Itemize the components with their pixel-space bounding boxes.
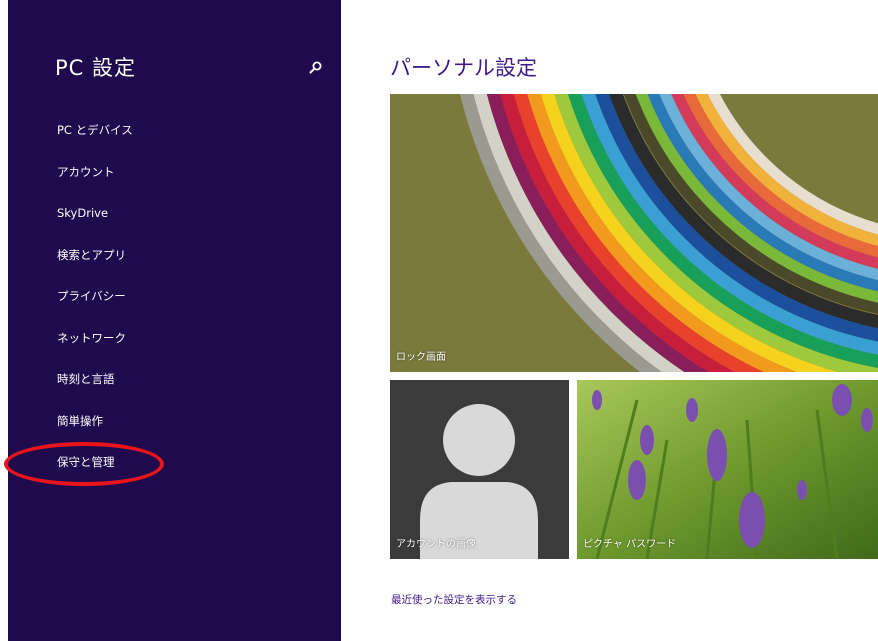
sidebar-item-network[interactable]: ネットワーク (57, 326, 133, 368)
sidebar-item-pc-and-devices[interactable]: PC とデバイス (57, 118, 133, 160)
account-avatar-icon (390, 380, 569, 559)
sidebar-item-accounts[interactable]: アカウント (57, 160, 133, 202)
sidebar-title: PC 設定 (55, 56, 137, 80)
sidebar-item-privacy[interactable]: プライバシー (57, 284, 133, 326)
tile-picture-password[interactable]: ピクチャ パスワード (577, 380, 878, 559)
picture-password-image (577, 380, 878, 559)
tile-lock-screen[interactable]: ロック画面 (390, 94, 878, 372)
recent-settings-link[interactable]: 最近使った設定を表示する (391, 592, 517, 607)
pc-settings-window: PC 設定 PC とデバイス アカウント SkyDrive 検索とアプリ プライ… (0, 0, 878, 641)
sidebar-item-ease-of-access[interactable]: 簡単操作 (57, 409, 133, 451)
sidebar-item-skydrive[interactable]: SkyDrive (57, 201, 133, 243)
search-button[interactable] (305, 58, 327, 80)
lock-screen-image (390, 94, 878, 372)
tile-picture-password-label: ピクチャ パスワード (583, 539, 677, 550)
sidebar-item-search-and-apps[interactable]: 検索とアプリ (57, 243, 133, 285)
page-title: パーソナル設定 (390, 56, 537, 80)
sidebar-item-time-and-language[interactable]: 時刻と言語 (57, 367, 133, 409)
sidebar: PC 設定 PC とデバイス アカウント SkyDrive 検索とアプリ プライ… (8, 0, 341, 641)
tile-account-picture[interactable]: アカウントの画像 (390, 380, 569, 559)
sidebar-item-update-and-recovery[interactable]: 保守と管理 (57, 450, 133, 492)
tile-account-picture-label: アカウントの画像 (396, 539, 476, 550)
search-icon (309, 61, 322, 74)
settings-nav: PC とデバイス アカウント SkyDrive 検索とアプリ プライバシー ネッ… (57, 118, 133, 492)
tile-lock-screen-label: ロック画面 (396, 352, 446, 363)
